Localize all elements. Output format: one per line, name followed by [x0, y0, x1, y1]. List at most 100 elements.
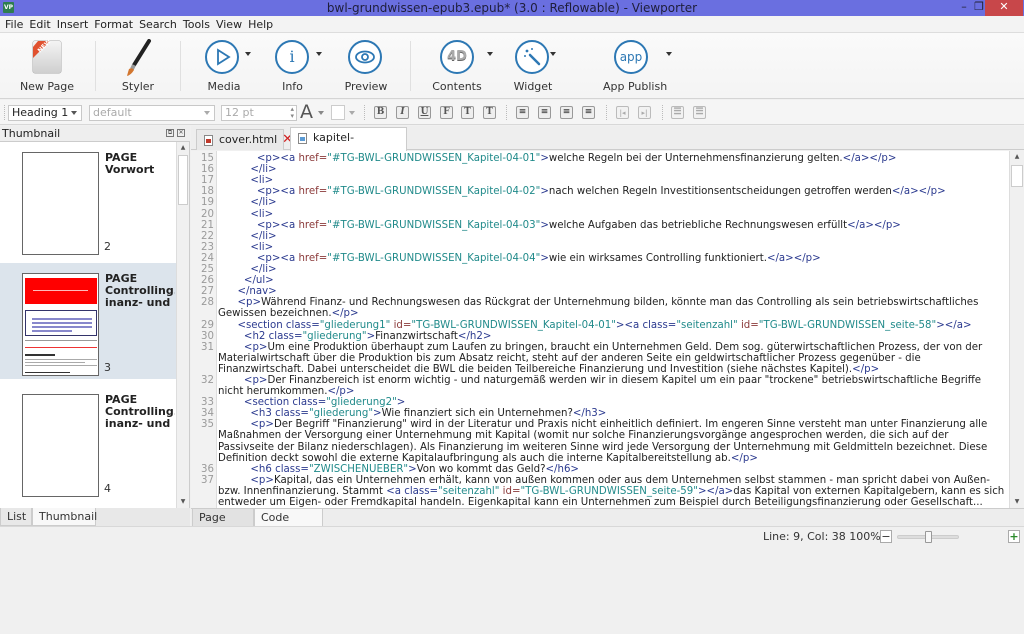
line-number: 37: [201, 474, 214, 486]
paragraph-style-select[interactable]: Heading 1: [8, 105, 82, 121]
align-center-button[interactable]: ≡: [538, 106, 551, 119]
font-family-select[interactable]: default: [89, 105, 215, 121]
code-scrollbar[interactable]: ▲ ▼: [1009, 151, 1024, 508]
menu-edit[interactable]: Edit: [26, 16, 53, 33]
subscript-button[interactable]: T: [461, 106, 474, 119]
menu-help[interactable]: Help: [245, 16, 276, 33]
bold-button[interactable]: B: [374, 106, 387, 119]
code-editor[interactable]: 15 <p><a href="#TG-BWL-GRUNDWISSEN_Kapit…: [191, 151, 1009, 508]
background-color-swatch[interactable]: [331, 105, 345, 120]
left-panel-tabs: List Thumbnail: [0, 508, 190, 526]
zoom-in-button[interactable]: +: [1008, 530, 1020, 543]
thumbnail-panel: Thumbnail ⧉ ✕ PAGE Vorwort 2 PAGE Contro…: [0, 126, 190, 526]
app-publish-button[interactable]: app App Publish: [603, 37, 667, 97]
thumbnail-item[interactable]: PAGE Vorwort 2: [0, 142, 176, 258]
line-number: 35: [201, 419, 214, 431]
menu-format[interactable]: Format: [91, 16, 136, 33]
font-color-caret[interactable]: [318, 111, 324, 115]
scrollbar-thumb[interactable]: [1011, 165, 1023, 187]
align-justify-button[interactable]: ≡: [582, 106, 595, 119]
italic-button[interactable]: I: [396, 106, 409, 119]
outdent-button[interactable]: |◂: [616, 106, 629, 119]
font-size-spinner[interactable]: 12 pt ▴ ▾: [221, 105, 297, 121]
thumbnail-item[interactable]: PAGE Controlling. inanz- und F 4: [0, 384, 176, 500]
superscript-button[interactable]: T: [483, 106, 496, 119]
4d-icon: 4D: [440, 40, 474, 74]
line-number: 27: [201, 286, 214, 298]
scroll-up-icon[interactable]: ▲: [177, 142, 189, 154]
media-button[interactable]: Media: [199, 37, 249, 97]
thumbnail-item[interactable]: PAGE Controlling. inanz- und F 3: [0, 263, 176, 379]
new-page-icon: NEW: [32, 40, 62, 74]
close-panel-icon[interactable]: ✕: [177, 129, 185, 137]
tab-thumbnail[interactable]: Thumbnail: [32, 508, 97, 526]
code-text: <p>Um eine Produktion überhaupt zum Lauf…: [218, 341, 986, 375]
zoom-slider-handle[interactable]: [924, 531, 932, 543]
font-color-button[interactable]: A: [300, 102, 313, 122]
thumbnail-scrollbar[interactable]: ▲ ▼: [176, 142, 189, 508]
strikethrough-button[interactable]: F: [440, 106, 453, 119]
preview-button[interactable]: Preview: [343, 37, 389, 97]
scroll-down-icon[interactable]: ▼: [177, 496, 189, 508]
font-size-value: 12 pt: [225, 106, 254, 119]
code-text: <li>: [250, 175, 274, 187]
code-text: <p><a href="#TG-BWL-GRUNDWISSEN_Kapitel-…: [256, 252, 821, 264]
code-text: </nav>: [237, 286, 277, 298]
code-text: </li>: [250, 230, 277, 242]
numbered-list-button[interactable]: ☰: [693, 106, 706, 119]
menu-search[interactable]: Search: [136, 16, 180, 33]
zoom-level: 100%: [849, 530, 881, 543]
indent-button[interactable]: ▸|: [638, 106, 651, 119]
app-publish-dropdown-caret[interactable]: [666, 52, 672, 56]
menu-tools[interactable]: Tools: [180, 16, 213, 33]
file-icon: [204, 135, 213, 146]
eye-icon: [348, 40, 382, 74]
info-button[interactable]: i Info: [270, 37, 315, 97]
line-number: 26: [201, 275, 214, 287]
line-number: 17: [201, 175, 214, 187]
info-dropdown-caret[interactable]: [316, 52, 322, 56]
line-number: 25: [201, 264, 214, 275]
code-text: </ul>: [243, 275, 274, 287]
new-page-button[interactable]: NEW New Page: [17, 37, 77, 97]
scroll-up-icon[interactable]: ▲: [1010, 151, 1024, 163]
align-right-button[interactable]: ≡: [560, 106, 573, 119]
zoom-out-button[interactable]: −: [880, 530, 892, 543]
float-panel-icon[interactable]: ⧉: [166, 129, 174, 137]
code-text: <p>Während Finanz- und Rechnungswesen da…: [218, 297, 982, 320]
contents-button[interactable]: 4D Contents: [432, 37, 482, 97]
media-dropdown-caret[interactable]: [245, 52, 251, 56]
menu-view[interactable]: View: [213, 16, 245, 33]
ribbon-toolbar: NEW New Page Styler Media i Info Preview…: [0, 33, 1024, 99]
line-number: 24: [201, 252, 214, 264]
tab-list[interactable]: List: [0, 508, 32, 526]
contents-dropdown-caret[interactable]: [487, 52, 493, 56]
page-number: 2: [104, 240, 111, 253]
menu-insert[interactable]: Insert: [54, 16, 92, 33]
font-family-value: default: [93, 106, 132, 119]
menu-file[interactable]: File: [2, 16, 26, 33]
styler-button[interactable]: Styler: [115, 37, 161, 97]
close-button[interactable]: ✕: [985, 0, 1023, 16]
scroll-down-icon[interactable]: ▼: [1010, 496, 1024, 508]
line-number: 32: [201, 375, 214, 386]
widget-dropdown-caret[interactable]: [550, 52, 556, 56]
scrollbar-thumb[interactable]: [178, 155, 188, 205]
tab-kapitel-02-xhtml[interactable]: kapitel-02.xhtml✕: [290, 127, 407, 165]
tab-page-view[interactable]: Page View: [192, 509, 254, 541]
underline-button[interactable]: U: [418, 106, 431, 119]
line-number: 19: [201, 197, 214, 209]
window-title: bwl-grundwissen-epub3.epub* (3.0 : Reflo…: [326, 1, 698, 15]
widget-button[interactable]: Widget: [510, 37, 556, 97]
align-left-button[interactable]: ≡: [516, 106, 529, 119]
tab-cover-html[interactable]: cover.html ✕: [196, 129, 293, 150]
zoom-slider[interactable]: [897, 531, 959, 543]
background-color-caret[interactable]: [349, 111, 355, 115]
code-text: </li>: [250, 197, 277, 209]
code-text: <p><a href="#TG-BWL-GRUNDWISSEN_Kapitel-…: [256, 186, 946, 198]
bullet-list-button[interactable]: ☰: [671, 106, 684, 119]
contents-label: Contents: [432, 80, 482, 93]
widget-label: Widget: [513, 80, 553, 93]
line-number: 33: [201, 397, 214, 409]
tab-code-view[interactable]: Code View: [254, 509, 323, 541]
